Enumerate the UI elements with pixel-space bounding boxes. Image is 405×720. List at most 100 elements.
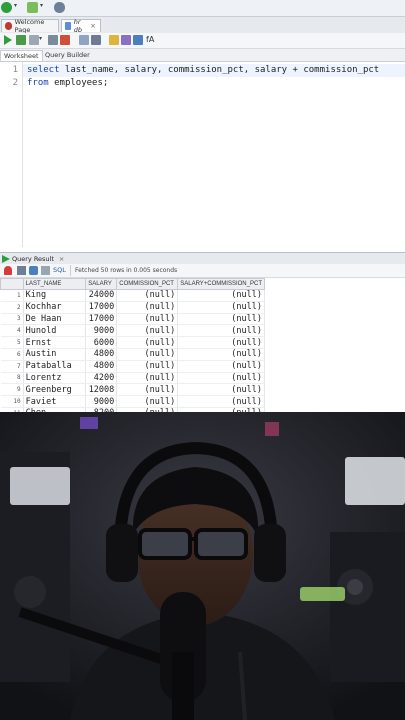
run-statement-icon[interactable] <box>3 35 13 45</box>
clear-icon[interactable] <box>121 35 131 45</box>
table-row[interactable]: 5 Ernst 6000 (null) (null) <box>0 336 265 349</box>
sql-text: last_name, salary, commission_pct, salar… <box>59 65 380 75</box>
dropdown-arrow-icon[interactable]: ▾ <box>14 2 19 13</box>
cell-salary[interactable]: 6000 <box>85 336 118 349</box>
column-header[interactable]: COMMISSION_PCT <box>116 278 179 290</box>
table-row[interactable]: 9 Greenberg 12008 (null) (null) <box>0 383 265 397</box>
cell-commission-pct[interactable]: (null) <box>116 395 179 408</box>
file-tab-bar: Welcome Page hr db × <box>0 17 405 34</box>
connection-icon[interactable] <box>27 2 38 13</box>
cell-commission-pct[interactable]: (null) <box>116 313 179 326</box>
cell-last-name[interactable]: De Haan <box>23 313 87 326</box>
refresh-icon[interactable] <box>29 266 38 275</box>
tab-worksheet[interactable]: Worksheet <box>0 50 43 61</box>
cell-last-name[interactable]: Faviet <box>23 395 87 408</box>
cell-salary-plus-commission[interactable]: (null) <box>177 383 265 397</box>
row-number[interactable]: 2 <box>0 301 24 314</box>
people-icon[interactable] <box>54 2 65 13</box>
table-row[interactable]: 8 Lorentz 4200 (null) (null) <box>0 372 265 385</box>
cell-salary-plus-commission[interactable]: (null) <box>177 324 265 338</box>
sql-editor[interactable]: 1 2 select last_name, salary, commission… <box>0 62 405 247</box>
cell-salary-plus-commission[interactable]: (null) <box>177 336 265 349</box>
cell-salary-plus-commission[interactable]: (null) <box>177 313 265 326</box>
run-script-icon[interactable] <box>16 35 26 45</box>
cell-salary[interactable]: 4800 <box>85 360 118 373</box>
row-number[interactable]: 1 <box>0 289 24 302</box>
font-icon[interactable]: fA <box>146 35 156 45</box>
export-icon[interactable] <box>41 266 50 275</box>
cell-last-name[interactable]: Lorentz <box>23 372 87 385</box>
tab-query-result[interactable]: Query Result × <box>2 254 64 264</box>
row-number[interactable]: 3 <box>0 313 24 326</box>
row-number[interactable]: 7 <box>0 360 24 373</box>
cell-commission-pct[interactable]: (null) <box>116 324 179 338</box>
tab-hr-db[interactable]: hr db × <box>61 18 101 34</box>
pin-icon[interactable] <box>4 266 12 275</box>
run-icon[interactable] <box>1 2 12 13</box>
cell-salary-plus-commission[interactable]: (null) <box>177 348 265 361</box>
cell-commission-pct[interactable]: (null) <box>116 348 179 361</box>
row-number[interactable]: 8 <box>0 372 24 385</box>
cell-last-name[interactable]: Hunold <box>23 324 87 338</box>
row-number[interactable]: 5 <box>0 336 24 349</box>
history-icon[interactable] <box>133 35 143 45</box>
cell-commission-pct[interactable]: (null) <box>116 289 179 302</box>
cell-last-name[interactable]: King <box>23 289 87 302</box>
cell-commission-pct[interactable]: (null) <box>116 372 179 385</box>
cell-last-name[interactable]: Austin <box>23 348 87 361</box>
cell-last-name[interactable]: Pataballa <box>23 360 87 373</box>
line-number-gutter: 1 2 <box>0 62 23 247</box>
cell-commission-pct[interactable]: (null) <box>116 383 179 397</box>
cell-commission-pct[interactable]: (null) <box>116 301 179 314</box>
sql-button[interactable]: SQL <box>53 266 66 274</box>
table-row[interactable]: 1 King 24000 (null) (null) <box>0 289 265 302</box>
cell-salary[interactable]: 24000 <box>85 289 118 302</box>
tab-welcome-page[interactable]: Welcome Page <box>1 18 59 34</box>
cell-salary-plus-commission[interactable]: (null) <box>177 289 265 302</box>
row-number[interactable]: 6 <box>0 348 24 361</box>
column-header[interactable]: SALARY <box>85 278 118 290</box>
cell-salary-plus-commission[interactable]: (null) <box>177 360 265 373</box>
table-row[interactable]: 7 Pataballa 4800 (null) (null) <box>0 360 265 373</box>
close-icon[interactable]: × <box>90 22 96 30</box>
cell-salary[interactable]: 12008 <box>85 383 118 397</box>
cell-salary-plus-commission[interactable]: (null) <box>177 372 265 385</box>
cell-last-name[interactable]: Kochhar <box>23 301 87 314</box>
dropdown-arrow-icon[interactable]: ▾ <box>39 35 44 45</box>
table-row[interactable]: 2 Kochhar 17000 (null) (null) <box>0 301 265 314</box>
cancel-icon[interactable] <box>60 35 70 45</box>
cell-salary-plus-commission[interactable]: (null) <box>177 301 265 314</box>
row-number[interactable]: 9 <box>0 383 24 397</box>
row-number[interactable]: 10 <box>0 395 24 408</box>
cell-last-name[interactable]: Greenberg <box>23 383 87 397</box>
fetch-status-text: Fetched 50 rows in 0.005 seconds <box>75 267 178 274</box>
tab-query-builder[interactable]: Query Builder <box>42 50 93 60</box>
menu-bar: ▾ ▾ <box>0 0 405 17</box>
cell-salary[interactable]: 17000 <box>85 313 118 326</box>
table-row[interactable]: 3 De Haan 17000 (null) (null) <box>0 313 265 326</box>
column-header[interactable]: LAST_NAME <box>22 278 87 290</box>
cell-salary[interactable]: 9000 <box>85 324 118 338</box>
table-row[interactable]: 10 Faviet 9000 (null) (null) <box>0 395 265 408</box>
table-row[interactable]: 6 Austin 4800 (null) (null) <box>0 348 265 361</box>
row-number[interactable]: 4 <box>0 324 24 338</box>
cell-salary-plus-commission[interactable]: (null) <box>177 395 265 408</box>
rollback-icon[interactable] <box>48 35 58 45</box>
cell-commission-pct[interactable]: (null) <box>116 336 179 349</box>
save-icon[interactable] <box>17 266 26 275</box>
cell-salary[interactable]: 4200 <box>85 372 118 385</box>
explain-plan-icon[interactable] <box>79 35 89 45</box>
result-grid[interactable]: LAST_NAME SALARY COMMISSION_PCT SALARY+C… <box>0 278 265 412</box>
table-row[interactable]: 4 Hunold 9000 (null) (null) <box>0 324 265 338</box>
column-header[interactable]: SALARY+COMMISSION_PCT <box>177 278 265 290</box>
cell-salary[interactable]: 9000 <box>85 395 118 408</box>
commit-icon[interactable] <box>29 35 39 45</box>
cell-last-name[interactable]: Ernst <box>23 336 87 349</box>
format-icon[interactable] <box>109 35 119 45</box>
cell-salary[interactable]: 4800 <box>85 348 118 361</box>
close-icon[interactable]: × <box>59 255 64 263</box>
cell-salary[interactable]: 17000 <box>85 301 118 314</box>
autotrace-icon[interactable] <box>91 35 101 45</box>
dropdown-arrow-icon[interactable]: ▾ <box>40 2 45 13</box>
cell-commission-pct[interactable]: (null) <box>116 360 179 373</box>
